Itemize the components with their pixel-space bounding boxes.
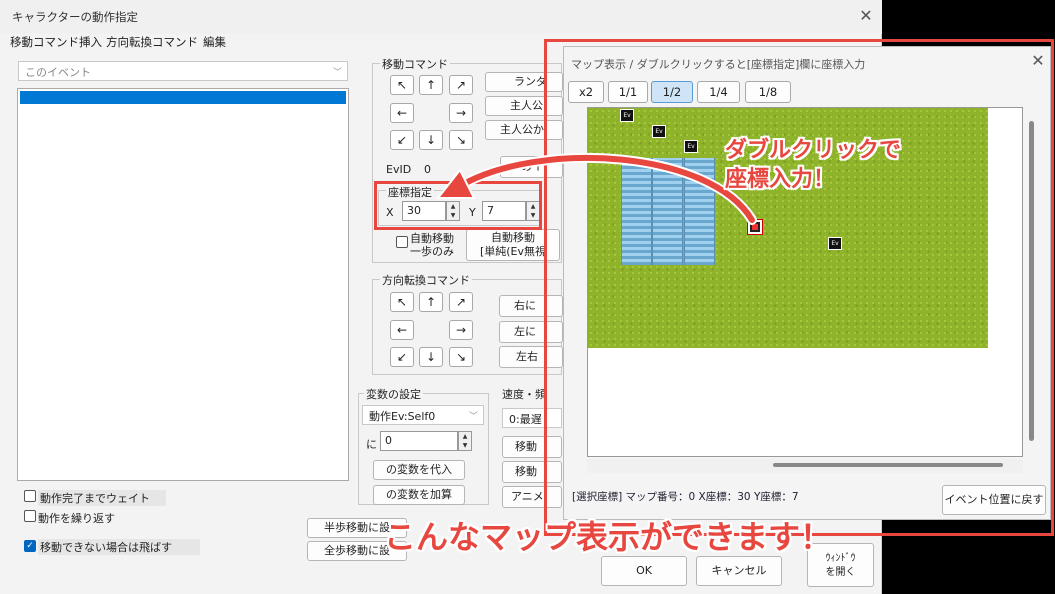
auto-one-step-checkbox[interactable]	[396, 236, 408, 248]
face-left-button[interactable]: ←	[390, 320, 414, 340]
move-up-button[interactable]: ↑	[419, 75, 443, 95]
variable-value-spinner[interactable]: ▲ ▼	[458, 431, 472, 451]
title-bar: キャラクターの動作指定 ✕	[0, 0, 882, 34]
close-icon[interactable]: ✕	[856, 6, 876, 26]
face-right-button[interactable]: →	[449, 320, 473, 340]
list-item-selected[interactable]	[20, 91, 346, 104]
speed-label: 速度・頻	[500, 386, 548, 402]
map-display-callout: こんなマップ表示ができます！	[384, 518, 833, 556]
double-click-callout: ダブルクリックで 座標入力！	[725, 138, 902, 192]
evid-label: EvID	[386, 163, 412, 176]
skip-checkbox[interactable]: ✓	[24, 540, 36, 552]
menu-direction[interactable]: 方向転換コマンド	[106, 34, 198, 50]
menu-edit[interactable]: 編集	[203, 34, 226, 50]
move-right-button[interactable]: →	[449, 103, 473, 123]
command-list[interactable]	[17, 88, 349, 481]
move-up-left-button[interactable]: ↖	[390, 75, 414, 95]
cancel-button[interactable]: キャンセル	[696, 556, 782, 586]
wait-label: 動作完了までウェイト	[38, 490, 166, 506]
chevron-down-icon: ﹀	[468, 412, 478, 422]
face-up-button[interactable]: ↑	[419, 292, 443, 312]
ni-label: に	[366, 438, 377, 451]
callout-arrow	[435, 152, 757, 225]
face-up-left-button[interactable]: ↖	[390, 292, 414, 312]
menu-insert-move[interactable]: 移動コマンド挿入	[10, 34, 102, 50]
move-down-left-button[interactable]: ↙	[390, 130, 414, 150]
chevron-down-icon: ﹀	[332, 68, 342, 78]
face-up-right-button[interactable]: ↗	[449, 292, 473, 312]
move-command-label: 移動コマンド	[380, 56, 450, 72]
move-up-right-button[interactable]: ↗	[449, 75, 473, 95]
repeat-label: 動作を繰り返す	[38, 512, 115, 525]
face-down-button[interactable]: ↓	[419, 347, 443, 367]
wait-checkbox[interactable]	[24, 490, 36, 502]
variable-select-value: 動作Ev:Self0	[369, 410, 436, 423]
assign-variable-button[interactable]: の変数を代入	[373, 460, 465, 480]
face-down-left-button[interactable]: ↙	[390, 347, 414, 367]
add-variable-button[interactable]: の変数を加算	[373, 485, 465, 505]
skip-label: 移動できない場合は飛ばす	[38, 539, 200, 555]
direction-label: 方向転換コマンド	[380, 272, 472, 288]
target-event-value: このイベント	[25, 66, 91, 79]
move-left-button[interactable]: ←	[390, 103, 414, 123]
variable-select[interactable]: 動作Ev:Self0 ﹀	[362, 405, 484, 425]
window-title: キャラクターの動作指定	[12, 10, 139, 24]
map-window-highlight	[544, 39, 1054, 536]
repeat-checkbox[interactable]	[24, 510, 36, 522]
target-event-combo[interactable]: このイベント ﹀	[18, 61, 348, 81]
variable-label: 変数の設定	[364, 386, 423, 402]
variable-value-input[interactable]: 0	[380, 431, 458, 451]
ok-button[interactable]: OK	[601, 556, 687, 586]
face-down-right-button[interactable]: ↘	[449, 347, 473, 367]
